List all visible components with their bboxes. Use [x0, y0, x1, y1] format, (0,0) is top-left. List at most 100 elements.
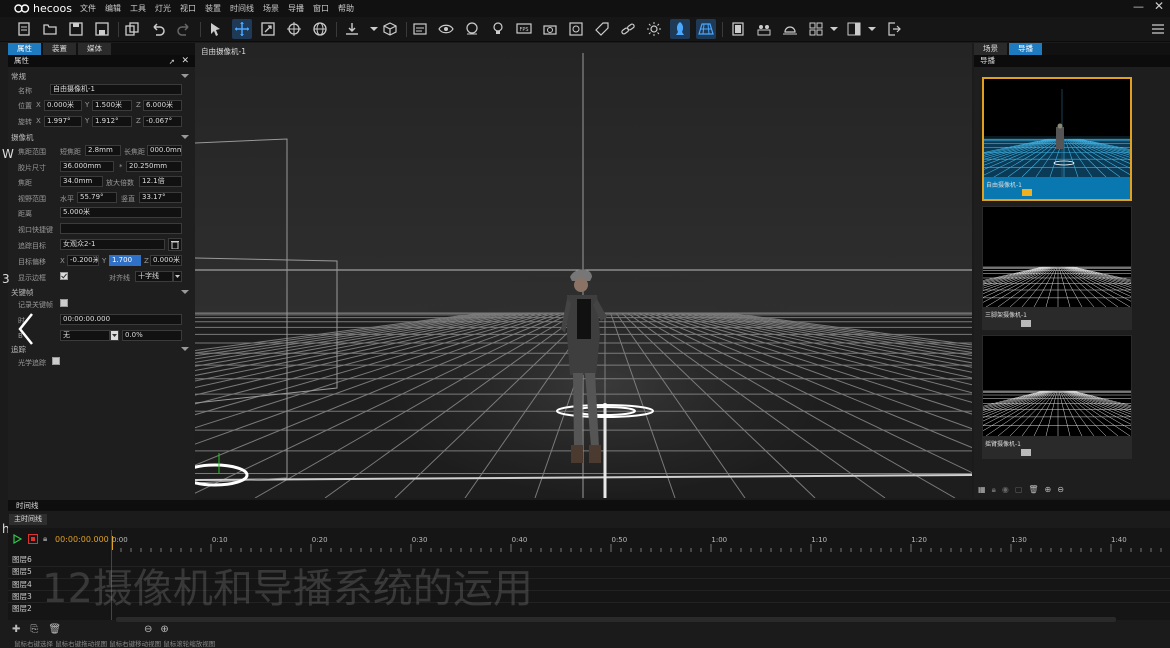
- film-icon[interactable]: [728, 19, 748, 39]
- timecode-display[interactable]: 00:00:00.000: [55, 535, 109, 544]
- section-general[interactable]: 常规: [11, 71, 26, 82]
- eye-icon[interactable]: [436, 19, 456, 39]
- pin-icon[interactable]: ➚: [169, 56, 175, 68]
- capture-icon[interactable]: [566, 19, 586, 39]
- layer-2[interactable]: 图层2: [12, 603, 32, 614]
- camera-thumb-free[interactable]: 自由摄像机-1: [982, 77, 1132, 201]
- face-icon[interactable]: [462, 19, 482, 39]
- close-window-button[interactable]: ✕: [1154, 0, 1164, 13]
- tab-scene[interactable]: 场景: [974, 43, 1007, 55]
- scale-icon[interactable]: [258, 19, 278, 39]
- camera-thumb-crane[interactable]: 摇臂摄像机-1: [982, 335, 1132, 459]
- thumb-crane-camera-icon[interactable]: [1021, 449, 1031, 456]
- move-icon[interactable]: [232, 19, 252, 39]
- viewport-shortcut-field[interactable]: [60, 223, 182, 234]
- thumb-free-live-camera-icon[interactable]: [1022, 189, 1032, 196]
- select-arrow-icon[interactable]: [206, 19, 226, 39]
- fps-icon[interactable]: FPS: [514, 19, 534, 39]
- panel-toggle-icon[interactable]: [1148, 19, 1168, 39]
- pos-x-field[interactable]: 0.000米: [44, 100, 82, 111]
- tab-director[interactable]: 导播: [1009, 43, 1042, 55]
- thumb-tripod-camera-icon[interactable]: [1021, 320, 1031, 327]
- save-icon[interactable]: [66, 19, 86, 39]
- redo-icon[interactable]: [174, 19, 194, 39]
- copy-icon[interactable]: [122, 19, 142, 39]
- long-focal-field[interactable]: 000.0mm: [147, 145, 182, 156]
- layout-dropdown-icon[interactable]: [824, 19, 844, 39]
- collapse-camera-icon[interactable]: [181, 135, 189, 139]
- distance-field[interactable]: 5.000米: [60, 207, 182, 218]
- exit-icon[interactable]: [884, 19, 904, 39]
- camera-thumb-tripod[interactable]: 三脚架摄像机-1: [982, 206, 1132, 330]
- delete-thumb-icon[interactable]: 🗑︎: [1028, 485, 1038, 495]
- tab-devices[interactable]: 装置: [43, 43, 76, 55]
- menu-help[interactable]: 帮助: [338, 3, 354, 14]
- prev-chevron-icon[interactable]: [16, 312, 36, 348]
- group-icon[interactable]: [754, 19, 774, 39]
- layer-4[interactable]: 图层4: [12, 579, 32, 590]
- film-width-field[interactable]: 36.000mm: [60, 161, 114, 172]
- timeline-scrollbar[interactable]: [116, 617, 1116, 622]
- layer-6[interactable]: 图层6: [12, 554, 32, 565]
- curve-dropdown-icon[interactable]: [110, 330, 119, 341]
- rot-z-field[interactable]: -0.067°: [143, 116, 182, 127]
- show-frame-checkbox[interactable]: [60, 272, 68, 280]
- delete-layer-icon[interactable]: 🗑︎: [48, 624, 61, 635]
- open-folder-icon[interactable]: [40, 19, 60, 39]
- short-focal-field[interactable]: 2.8mm: [85, 145, 121, 156]
- menu-devices[interactable]: 装置: [205, 3, 221, 14]
- name-field[interactable]: 自由摄像机-1: [50, 84, 182, 95]
- tab-main-timeline[interactable]: 主时间线: [9, 514, 47, 525]
- offset-x-field[interactable]: -0.200米: [67, 255, 99, 266]
- panel-dropdown-icon[interactable]: [862, 19, 882, 39]
- keyframe-time-field[interactable]: 00:00:00.000: [60, 314, 182, 325]
- timeline-zoom-out-icon[interactable]: ⊖: [144, 624, 152, 635]
- layer-settings-icon[interactable]: ⎘: [30, 624, 38, 635]
- offset-z-field[interactable]: 0.000米: [150, 255, 182, 266]
- zoom-in-icon[interactable]: ⊕: [1045, 485, 1052, 495]
- film-height-field[interactable]: 20.250mm: [126, 161, 182, 172]
- collapse-keyframe-icon[interactable]: [181, 290, 189, 294]
- collapse-general-icon[interactable]: [181, 74, 189, 78]
- rot-x-field[interactable]: 1.997°: [44, 116, 82, 127]
- 3d-viewport[interactable]: 自由摄像机-1: [195, 43, 972, 498]
- curve-select[interactable]: 无: [60, 330, 110, 341]
- percent-field[interactable]: 0.0%: [122, 330, 182, 341]
- optical-tracking-checkbox[interactable]: [52, 357, 60, 365]
- cube-icon[interactable]: [380, 19, 400, 39]
- record-icon[interactable]: [28, 534, 38, 544]
- sun-icon[interactable]: [644, 19, 664, 39]
- layer-3[interactable]: 图层3: [12, 591, 32, 602]
- panel-icon[interactable]: [844, 19, 864, 39]
- layout-grid-icon[interactable]: ▦: [978, 485, 986, 495]
- menu-lights[interactable]: 灯光: [155, 3, 171, 14]
- tag-icon[interactable]: [592, 19, 612, 39]
- zoom-out-icon[interactable]: ⊖: [1057, 485, 1064, 495]
- section-camera[interactable]: 摄像机: [11, 132, 34, 143]
- import-icon[interactable]: [342, 19, 362, 39]
- globe-icon[interactable]: [310, 19, 330, 39]
- lock-timeline-icon[interactable]: 🔒︎: [43, 534, 47, 544]
- rocket-icon[interactable]: [670, 19, 690, 39]
- layout-icon[interactable]: [806, 19, 826, 39]
- zoom-field[interactable]: 12.1倍: [139, 176, 182, 187]
- record-keyframe-checkbox[interactable]: [60, 299, 68, 307]
- section-keyframe[interactable]: 关键帧: [11, 287, 34, 298]
- add-layer-icon[interactable]: ✚: [12, 624, 20, 635]
- lock-icon[interactable]: 🔒︎: [992, 485, 996, 495]
- link-icon[interactable]: [618, 19, 638, 39]
- grid-icon[interactable]: [696, 19, 716, 39]
- undo-icon[interactable]: [148, 19, 168, 39]
- pos-z-field[interactable]: 6.000米: [143, 100, 182, 111]
- pos-y-field[interactable]: 1.500米: [92, 100, 132, 111]
- rotate-icon[interactable]: [284, 19, 304, 39]
- menu-viewport[interactable]: 视口: [180, 3, 196, 14]
- align-dropdown-icon[interactable]: [173, 271, 182, 282]
- menu-tools[interactable]: 工具: [130, 3, 146, 14]
- lightbulb-icon[interactable]: [488, 19, 508, 39]
- text-box-icon[interactable]: [410, 19, 430, 39]
- collapse-tracking-icon[interactable]: [181, 347, 189, 351]
- sunset-icon[interactable]: [780, 19, 800, 39]
- trash-icon[interactable]: [168, 238, 182, 251]
- play-icon[interactable]: [13, 533, 23, 546]
